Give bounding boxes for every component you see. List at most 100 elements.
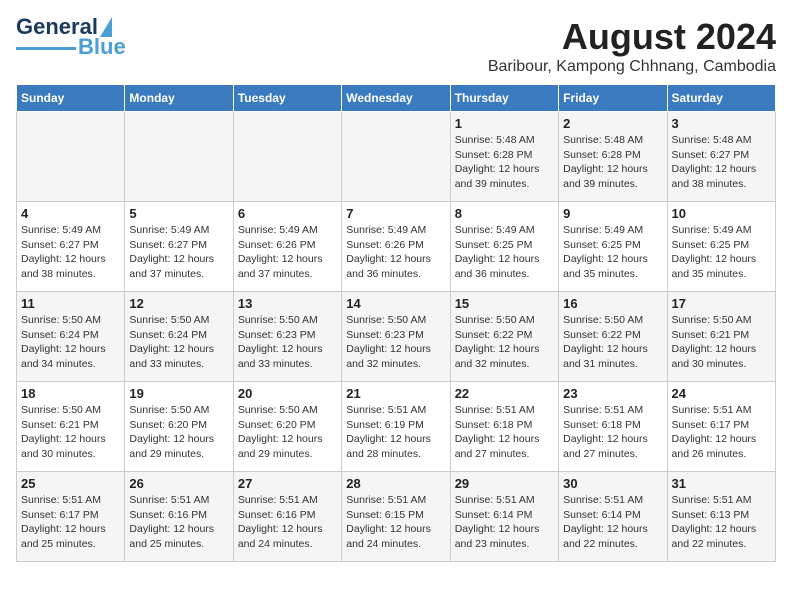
calendar-cell: 18 Sunrise: 5:50 AM Sunset: 6:21 PM Dayli… [17, 382, 125, 472]
calendar-cell: 26 Sunrise: 5:51 AM Sunset: 6:16 PM Dayli… [125, 472, 233, 562]
calendar-cell: 16 Sunrise: 5:50 AM Sunset: 6:22 PM Dayli… [559, 292, 667, 382]
day-number: 16 [563, 296, 662, 311]
calendar-week-row: 4 Sunrise: 5:49 AM Sunset: 6:27 PM Daylig… [17, 202, 776, 292]
calendar-cell: 14 Sunrise: 5:50 AM Sunset: 6:23 PM Dayli… [342, 292, 450, 382]
calendar-cell [125, 112, 233, 202]
calendar-cell: 28 Sunrise: 5:51 AM Sunset: 6:15 PM Dayli… [342, 472, 450, 562]
calendar-cell: 23Sunrise: 5:51 AM Sunset: 6:18 PM Dayli… [559, 382, 667, 472]
location-subtitle: Baribour, Kampong Chhnang, Cambodia [488, 58, 776, 76]
day-info: Sunrise: 5:51 AM Sunset: 6:15 PM Dayligh… [346, 493, 445, 552]
day-info: Sunrise: 5:51 AM Sunset: 6:17 PM Dayligh… [672, 403, 771, 462]
calendar-cell: 12Sunrise: 5:50 AM Sunset: 6:24 PM Dayli… [125, 292, 233, 382]
day-info: Sunrise: 5:50 AM Sunset: 6:21 PM Dayligh… [672, 313, 771, 372]
calendar-cell: 11 Sunrise: 5:50 AM Sunset: 6:24 PM Dayli… [17, 292, 125, 382]
day-info: Sunrise: 5:51 AM Sunset: 6:17 PM Dayligh… [21, 493, 120, 552]
calendar-header-sunday: Sunday [17, 85, 125, 112]
day-info: Sunrise: 5:51 AM Sunset: 6:14 PM Dayligh… [455, 493, 554, 552]
day-number: 4 [21, 206, 120, 221]
day-number: 24 [672, 386, 771, 401]
day-number: 3 [672, 116, 771, 131]
day-info: Sunrise: 5:49 AM Sunset: 6:26 PM Dayligh… [238, 223, 337, 282]
day-number: 21 [346, 386, 445, 401]
day-number: 9 [563, 206, 662, 221]
day-info: Sunrise: 5:50 AM Sunset: 6:21 PM Dayligh… [21, 403, 120, 462]
calendar-header-monday: Monday [125, 85, 233, 112]
day-number: 25 [21, 476, 120, 491]
day-info: Sunrise: 5:51 AM Sunset: 6:16 PM Dayligh… [129, 493, 228, 552]
calendar-week-row: 18 Sunrise: 5:50 AM Sunset: 6:21 PM Dayli… [17, 382, 776, 472]
calendar-cell: 4 Sunrise: 5:49 AM Sunset: 6:27 PM Daylig… [17, 202, 125, 292]
day-number: 5 [129, 206, 228, 221]
day-info: Sunrise: 5:49 AM Sunset: 6:27 PM Dayligh… [129, 223, 228, 282]
day-number: 28 [346, 476, 445, 491]
calendar-cell: 30Sunrise: 5:51 AM Sunset: 6:14 PM Dayli… [559, 472, 667, 562]
calendar-header-row: SundayMondayTuesdayWednesdayThursdayFrid… [17, 85, 776, 112]
day-number: 19 [129, 386, 228, 401]
day-number: 31 [672, 476, 771, 491]
calendar-cell: 27 Sunrise: 5:51 AM Sunset: 6:16 PM Dayli… [233, 472, 341, 562]
day-number: 27 [238, 476, 337, 491]
calendar-cell: 7 Sunrise: 5:49 AM Sunset: 6:26 PM Daylig… [342, 202, 450, 292]
day-number: 17 [672, 296, 771, 311]
day-info: Sunrise: 5:50 AM Sunset: 6:24 PM Dayligh… [21, 313, 120, 372]
day-number: 8 [455, 206, 554, 221]
calendar-cell: 29 Sunrise: 5:51 AM Sunset: 6:14 PM Dayli… [450, 472, 558, 562]
day-number: 14 [346, 296, 445, 311]
day-number: 20 [238, 386, 337, 401]
calendar-cell: 25 Sunrise: 5:51 AM Sunset: 6:17 PM Dayli… [17, 472, 125, 562]
day-number: 6 [238, 206, 337, 221]
calendar-week-row: 11 Sunrise: 5:50 AM Sunset: 6:24 PM Dayli… [17, 292, 776, 382]
day-number: 22 [455, 386, 554, 401]
calendar-cell [342, 112, 450, 202]
month-year-title: August 2024 [488, 16, 776, 58]
calendar-cell: 10 Sunrise: 5:49 AM Sunset: 6:25 PM Dayli… [667, 202, 775, 292]
calendar-cell [17, 112, 125, 202]
day-info: Sunrise: 5:49 AM Sunset: 6:27 PM Dayligh… [21, 223, 120, 282]
calendar-cell: 3 Sunrise: 5:48 AM Sunset: 6:27 PM Daylig… [667, 112, 775, 202]
title-area: August 2024 Baribour, Kampong Chhnang, C… [488, 16, 776, 76]
day-number: 26 [129, 476, 228, 491]
day-number: 29 [455, 476, 554, 491]
calendar-table: SundayMondayTuesdayWednesdayThursdayFrid… [16, 84, 776, 562]
day-info: Sunrise: 5:50 AM Sunset: 6:20 PM Dayligh… [129, 403, 228, 462]
day-info: Sunrise: 5:50 AM Sunset: 6:20 PM Dayligh… [238, 403, 337, 462]
calendar-cell: 20 Sunrise: 5:50 AM Sunset: 6:20 PM Dayli… [233, 382, 341, 472]
day-info: Sunrise: 5:51 AM Sunset: 6:13 PM Dayligh… [672, 493, 771, 552]
calendar-header-saturday: Saturday [667, 85, 775, 112]
day-info: Sunrise: 5:49 AM Sunset: 6:25 PM Dayligh… [563, 223, 662, 282]
day-number: 13 [238, 296, 337, 311]
day-number: 12 [129, 296, 228, 311]
day-info: Sunrise: 5:50 AM Sunset: 6:22 PM Dayligh… [455, 313, 554, 372]
day-number: 2 [563, 116, 662, 131]
logo-line [16, 47, 76, 50]
calendar-week-row: 1 Sunrise: 5:48 AM Sunset: 6:28 PM Daylig… [17, 112, 776, 202]
calendar-cell: 31 Sunrise: 5:51 AM Sunset: 6:13 PM Dayli… [667, 472, 775, 562]
calendar-cell: 6 Sunrise: 5:49 AM Sunset: 6:26 PM Daylig… [233, 202, 341, 292]
day-info: Sunrise: 5:48 AM Sunset: 6:27 PM Dayligh… [672, 133, 771, 192]
day-info: Sunrise: 5:51 AM Sunset: 6:18 PM Dayligh… [563, 403, 662, 462]
calendar-header-friday: Friday [559, 85, 667, 112]
calendar-cell: 8 Sunrise: 5:49 AM Sunset: 6:25 PM Daylig… [450, 202, 558, 292]
day-number: 10 [672, 206, 771, 221]
day-info: Sunrise: 5:51 AM Sunset: 6:16 PM Dayligh… [238, 493, 337, 552]
calendar-cell: 19 Sunrise: 5:50 AM Sunset: 6:20 PM Dayli… [125, 382, 233, 472]
day-info: Sunrise: 5:50 AM Sunset: 6:23 PM Dayligh… [346, 313, 445, 372]
day-number: 15 [455, 296, 554, 311]
day-info: Sunrise: 5:48 AM Sunset: 6:28 PM Dayligh… [455, 133, 554, 192]
day-info: Sunrise: 5:51 AM Sunset: 6:19 PM Dayligh… [346, 403, 445, 462]
day-info: Sunrise: 5:49 AM Sunset: 6:25 PM Dayligh… [672, 223, 771, 282]
day-info: Sunrise: 5:50 AM Sunset: 6:22 PM Dayligh… [563, 313, 662, 372]
calendar-header-thursday: Thursday [450, 85, 558, 112]
day-number: 18 [21, 386, 120, 401]
day-info: Sunrise: 5:49 AM Sunset: 6:25 PM Dayligh… [455, 223, 554, 282]
day-info: Sunrise: 5:49 AM Sunset: 6:26 PM Dayligh… [346, 223, 445, 282]
calendar-cell: 1 Sunrise: 5:48 AM Sunset: 6:28 PM Daylig… [450, 112, 558, 202]
logo: General Blue [16, 16, 126, 58]
calendar-week-row: 25 Sunrise: 5:51 AM Sunset: 6:17 PM Dayli… [17, 472, 776, 562]
day-number: 1 [455, 116, 554, 131]
day-number: 7 [346, 206, 445, 221]
calendar-cell: 15 Sunrise: 5:50 AM Sunset: 6:22 PM Dayli… [450, 292, 558, 382]
day-number: 11 [21, 296, 120, 311]
day-info: Sunrise: 5:48 AM Sunset: 6:28 PM Dayligh… [563, 133, 662, 192]
calendar-cell [233, 112, 341, 202]
